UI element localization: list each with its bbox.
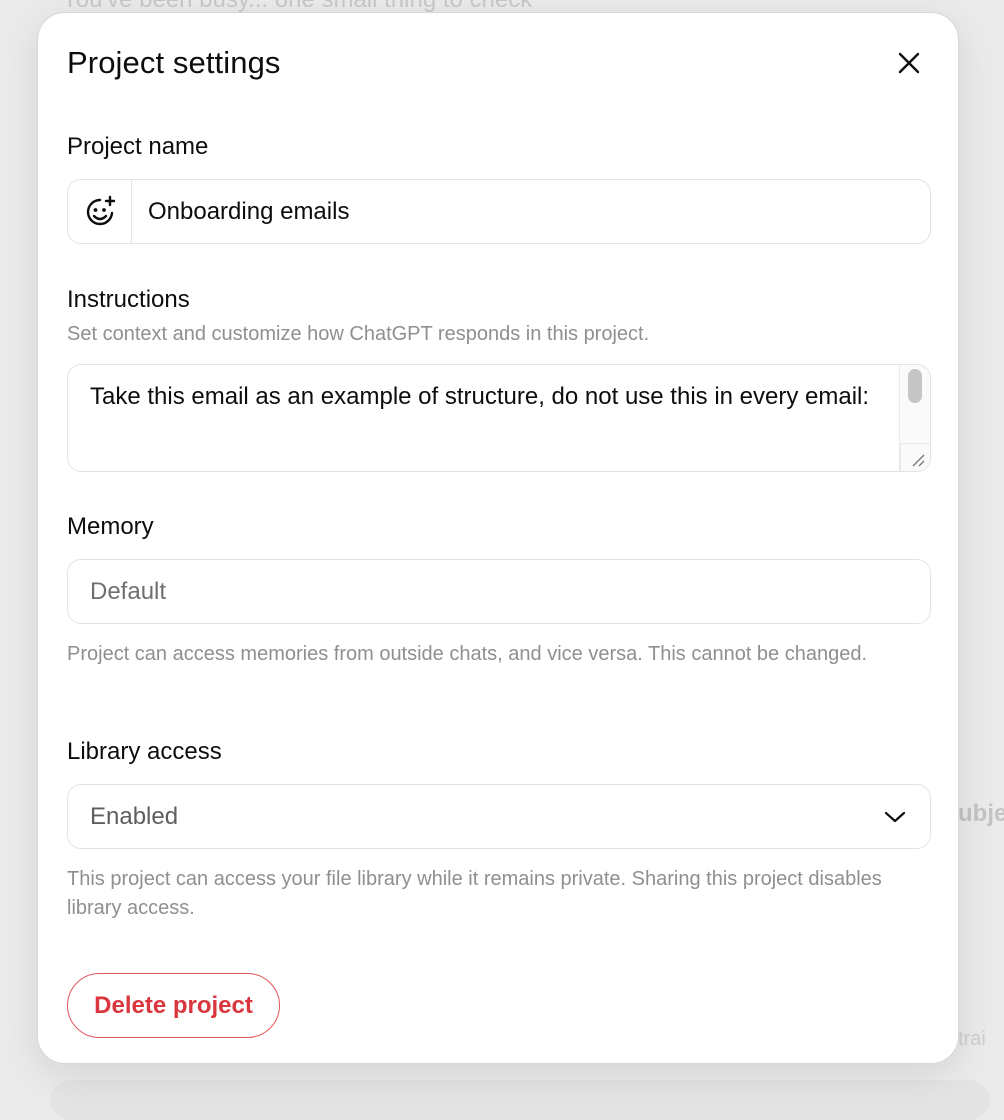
emoji-picker-button[interactable] bbox=[68, 180, 132, 243]
project-name-input[interactable]: Onboarding emails bbox=[132, 180, 930, 243]
library-access-label: Library access bbox=[67, 738, 222, 765]
instructions-textarea[interactable]: Take this email as an example of structu… bbox=[67, 364, 931, 472]
project-settings-dialog: Project settings Project name Onboarding… bbox=[37, 12, 959, 1064]
scrollbar-thumb[interactable] bbox=[908, 369, 922, 403]
instructions-label: Instructions bbox=[67, 286, 190, 313]
chevron-down-icon bbox=[884, 811, 906, 822]
memory-hint: Project can access memories from outside… bbox=[67, 643, 868, 665]
add-emoji-icon bbox=[86, 195, 115, 225]
close-button[interactable] bbox=[892, 46, 926, 80]
project-name-label: Project name bbox=[67, 133, 209, 160]
delete-project-button[interactable]: Delete project bbox=[67, 973, 280, 1038]
resize-handle[interactable] bbox=[900, 443, 930, 471]
library-access-select[interactable]: Enabled bbox=[67, 784, 931, 849]
project-name-field: Onboarding emails bbox=[67, 179, 931, 244]
memory-label: Memory bbox=[67, 513, 154, 540]
dialog-title: Project settings bbox=[67, 45, 281, 80]
library-access-value: Enabled bbox=[90, 802, 179, 830]
close-icon bbox=[898, 52, 920, 74]
background-side-text-bottom: trai bbox=[958, 1028, 986, 1050]
background-card bbox=[50, 1080, 990, 1120]
instructions-text: Take this email as an example of structu… bbox=[90, 383, 870, 410]
background-side-text: ubje bbox=[958, 800, 1004, 827]
library-access-hint: This project can access your file librar… bbox=[67, 868, 882, 919]
instructions-hint: Set context and customize how ChatGPT re… bbox=[67, 323, 650, 345]
memory-field: Default bbox=[67, 559, 931, 624]
resize-grip-icon bbox=[912, 454, 925, 467]
